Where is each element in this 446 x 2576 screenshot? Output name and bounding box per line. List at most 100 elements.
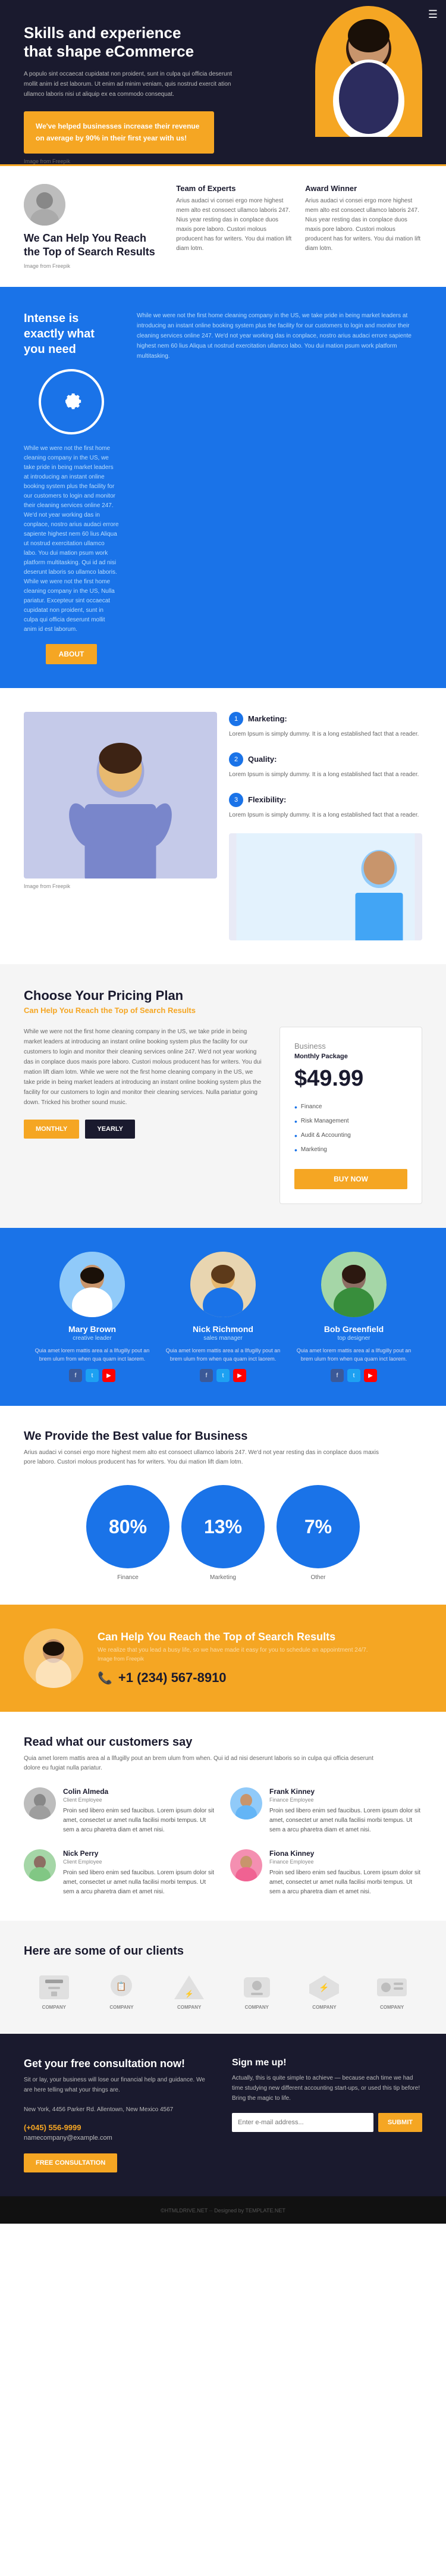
testimonials-section: Read what our customers say Quia amet lo… [0, 1712, 446, 1921]
cta-person-icon [24, 1628, 83, 1688]
twitter-icon-2[interactable]: t [216, 1369, 230, 1382]
monthly-button[interactable]: MONTHLY [24, 1120, 79, 1139]
team-row: Mary Brown creative leader Quia amet lor… [24, 1252, 422, 1383]
footer-bottom-text: ©HTMLDRIVE.NET ·· Designed by TEMPLATE.N… [161, 2208, 285, 2214]
testimonials-title: Read what our customers say [24, 1736, 422, 1749]
team-name-3: Bob Greenfield [294, 1324, 413, 1334]
test-avatar-4 [230, 1849, 262, 1881]
youtube-icon-2[interactable]: ▶ [233, 1369, 246, 1382]
marketing-image [24, 712, 217, 879]
contact-cta-section: Can Help You Reach the Top of Search Res… [0, 1605, 446, 1712]
test-name-3: Nick Perry [63, 1849, 216, 1858]
stat-item-2: 13% Marketing [181, 1485, 265, 1581]
team-member-3: Bob Greenfield top designer Quia amet lo… [294, 1252, 413, 1383]
features-section: We Can Help You Reach the Top of Search … [0, 164, 446, 287]
marketing-person-right-icon [229, 833, 422, 940]
marketing-title-1: Marketing: [248, 714, 287, 723]
marketing-badge-1: 1 [229, 712, 243, 726]
price-amount: $49.99 [294, 1066, 407, 1092]
price-feature-3: •Audit & Accounting [294, 1128, 407, 1143]
hero-img-caption: Image from Freepik [24, 158, 274, 164]
test-text-3: Proin sed libero enim sed faucibus. Lore… [63, 1868, 216, 1897]
twitter-icon-3[interactable]: t [347, 1369, 360, 1382]
price-feature-2: •Risk Management [294, 1114, 407, 1128]
test-person-2-icon [230, 1787, 262, 1820]
feature-avatar-icon [24, 184, 65, 226]
stat-num-2: 13% [204, 1516, 242, 1538]
test-text-1: Proin sed libero enim sed faucibus. Lore… [63, 1806, 216, 1835]
facebook-icon-2[interactable]: f [200, 1369, 213, 1382]
team-person-3-icon [321, 1252, 387, 1317]
footer-left: Get your free consultation now! Sit or l… [24, 2058, 214, 2172]
hamburger-menu[interactable]: ☰ [428, 8, 438, 21]
facebook-icon-1[interactable]: f [69, 1369, 82, 1382]
cta-title: Can Help You Reach the Top of Search Res… [98, 1631, 422, 1643]
youtube-icon-3[interactable]: ▶ [364, 1369, 377, 1382]
intense-left: Intense is exactly what you need While w… [24, 311, 119, 664]
signup-submit-button[interactable]: SUBMIT [378, 2113, 422, 2132]
marketing-item-2: 2 Quality: Lorem Ipsum is simply dummy. … [229, 752, 422, 780]
hero-section: ☰ Skills and experience that shape eComm… [0, 0, 446, 164]
stat-label-1: Finance [86, 1574, 169, 1581]
testimonial-4: Fiona Kinney Finance Employee Proin sed … [230, 1849, 422, 1897]
test-content-2: Frank Kinney Finance Employee Proin sed … [269, 1787, 422, 1835]
testimonials-grid: Colin Almeda Client Employee Proin sed l… [24, 1787, 422, 1897]
facebook-icon-3[interactable]: f [331, 1369, 344, 1382]
about-button[interactable]: ABOUT [46, 644, 98, 664]
client-logo-3: ⚡ COMPANY [171, 1972, 207, 2010]
test-content-1: Colin Almeda Client Employee Proin sed l… [63, 1787, 216, 1835]
revenue-text: We've helped businesses increase their r… [36, 121, 202, 143]
client-icon-4 [239, 1972, 275, 2002]
feature-award-title: Award Winner [305, 184, 422, 193]
hero-person-image [315, 6, 422, 137]
stat-item-3: 7% Other [277, 1485, 360, 1581]
client-logo-2: 📋 COMPANY [103, 1972, 139, 2010]
gear-icon [55, 385, 88, 418]
feature-main: We Can Help You Reach the Top of Search … [24, 184, 164, 269]
marketing-item-1: 1 Marketing: Lorem Ipsum is simply dummy… [229, 712, 422, 739]
revenue-box: We've helped businesses increase their r… [24, 111, 214, 153]
stat-num-3: 7% [304, 1516, 332, 1538]
team-desc-2: Quia amet lorem mattis area al a llfugil… [164, 1346, 282, 1364]
footer-phone: (+045) 556-9999 [24, 2123, 214, 2132]
youtube-icon-1[interactable]: ▶ [102, 1369, 115, 1382]
team-role-3: top designer [294, 1335, 413, 1342]
price-card-plan: Monthly Package [294, 1053, 407, 1060]
test-avatar-3 [24, 1849, 56, 1881]
cta-image [24, 1628, 83, 1688]
pricing-section: Choose Your Pricing Plan Can Help You Re… [0, 964, 446, 1228]
team-avatar-3 [321, 1252, 387, 1317]
clients-section: Here are some of our clients COMPANY 📋 C… [0, 1921, 446, 2034]
svg-text:⚡: ⚡ [319, 1983, 329, 1993]
cta-sub: We realize that you lead a busy life, so… [98, 1647, 422, 1653]
team-avatar-1 [59, 1252, 125, 1317]
team-avatar-2 [190, 1252, 256, 1317]
footer-cta-button[interactable]: FREE CONSULTATION [24, 2153, 117, 2172]
test-content-3: Nick Perry Client Employee Proin sed lib… [63, 1849, 216, 1897]
client-label-5: COMPANY [312, 2005, 336, 2010]
test-person-3-icon [24, 1849, 56, 1881]
stat-circle-3: 7% [277, 1485, 360, 1568]
team-socials-2: f t ▶ [164, 1369, 282, 1382]
price-feature-4: •Marketing [294, 1143, 407, 1157]
signup-email-input[interactable] [232, 2113, 373, 2132]
team-socials-1: f t ▶ [33, 1369, 152, 1382]
client-icon-1 [36, 1972, 72, 2002]
test-person-4-icon [230, 1849, 262, 1881]
pricing-title: Choose Your Pricing Plan [24, 988, 422, 1003]
signup-title: Sign me up! [232, 2058, 422, 2068]
buy-now-button[interactable]: BUY NOW [294, 1169, 407, 1189]
stat-num-1: 80% [109, 1516, 147, 1538]
team-member-2: Nick Richmond sales manager Quia amet lo… [164, 1252, 282, 1383]
test-name-2: Frank Kinney [269, 1787, 422, 1796]
team-name-1: Mary Brown [33, 1324, 152, 1334]
pricing-desc: While we were not the first home cleanin… [24, 1027, 265, 1108]
client-logo-4: COMPANY [239, 1972, 275, 2010]
footer-cta-section: Get your free consultation now! Sit or l… [0, 2034, 446, 2196]
svg-text:⚡: ⚡ [185, 1990, 194, 1998]
intense-section: Intense is exactly what you need While w… [0, 287, 446, 688]
stat-label-3: Other [277, 1574, 360, 1581]
twitter-icon-1[interactable]: t [86, 1369, 99, 1382]
test-avatar-2 [230, 1787, 262, 1820]
yearly-button[interactable]: YEARLY [85, 1120, 135, 1139]
